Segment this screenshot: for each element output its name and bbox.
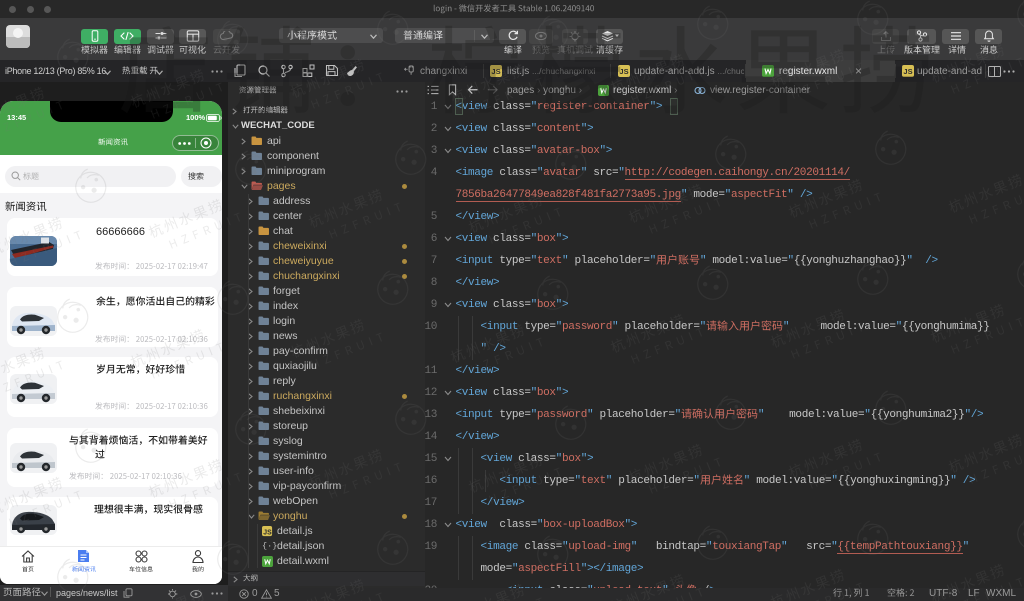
svg-text:JS: JS [263, 529, 272, 536]
